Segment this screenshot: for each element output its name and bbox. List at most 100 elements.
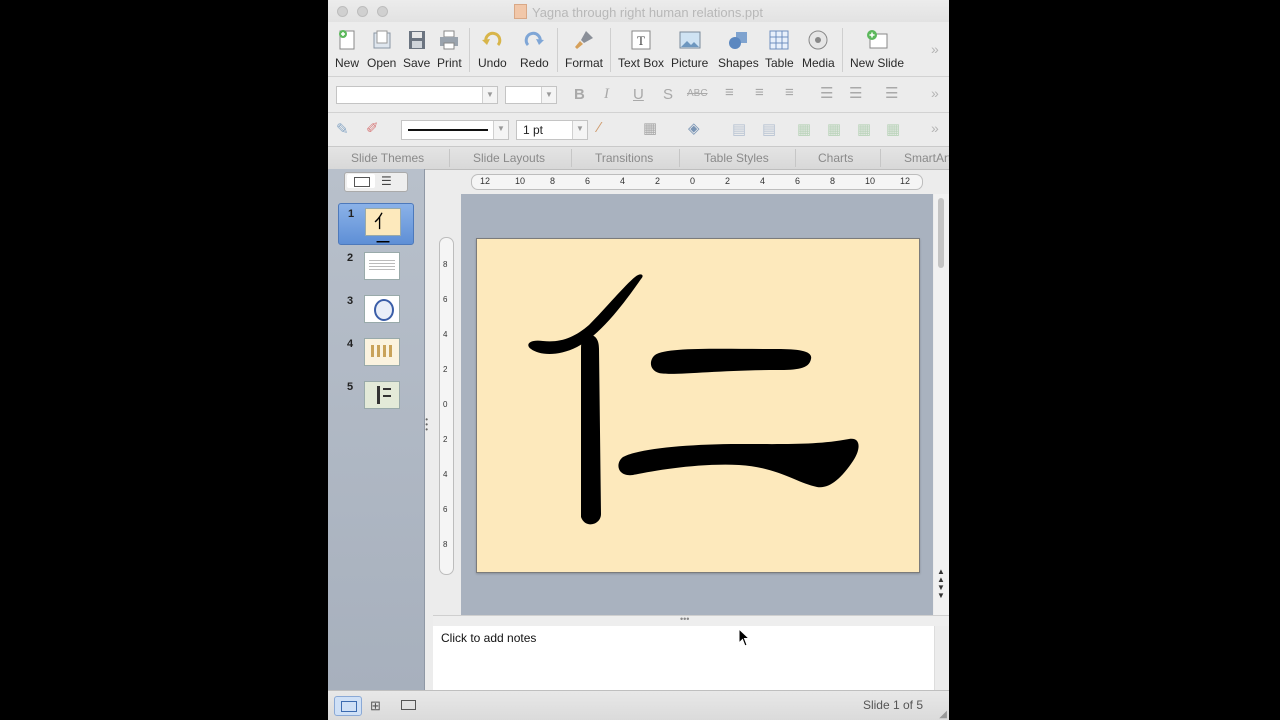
- slide-thumbnail-4[interactable]: 4: [338, 334, 412, 374]
- strikethrough-icon[interactable]: ABC: [687, 88, 708, 99]
- ruler-tick-label: 2: [443, 365, 448, 374]
- glyph-stroke-graphic: [377, 386, 380, 404]
- align-left-icon[interactable]: ≡: [725, 84, 734, 101]
- notes-splitter[interactable]: •••: [433, 614, 949, 626]
- picture-button[interactable]: Picture: [671, 28, 708, 70]
- toolbar-separator: [469, 28, 470, 72]
- normal-view-button[interactable]: [334, 696, 362, 716]
- vertical-scrollbar[interactable]: ▲ ▲ ▼ ▼: [934, 194, 949, 615]
- bullet-list-icon[interactable]: ☰: [820, 84, 833, 102]
- line-style-field[interactable]: ▼: [401, 120, 509, 140]
- prev-next-slide-arrows-icon[interactable]: ▲ ▲ ▼ ▼: [937, 568, 945, 600]
- slides-view-tab[interactable]: [347, 174, 375, 188]
- ruler-tick-label: 12: [900, 176, 911, 186]
- scrollbar-thumb[interactable]: [938, 198, 944, 268]
- slide-number: 1: [348, 208, 355, 220]
- slide-thumbnail-1[interactable]: 1 亻二: [338, 203, 414, 258]
- media-button[interactable]: Media: [802, 28, 835, 70]
- slide-1[interactable]: [476, 238, 920, 573]
- glyph-stroke-graphic: [383, 395, 391, 397]
- undo-button[interactable]: Undo: [478, 28, 507, 70]
- line-weight-field[interactable]: 1 pt ▼: [516, 120, 588, 140]
- edit-shape-icon[interactable]: ✎: [336, 120, 349, 138]
- ppt-document-icon: [513, 4, 527, 19]
- save-disk-icon: [408, 31, 425, 49]
- italic-icon[interactable]: I: [604, 86, 609, 103]
- text-lines-graphic: [369, 258, 395, 272]
- line-color-icon[interactable]: ⁄: [598, 119, 601, 136]
- media-label: Media: [802, 56, 835, 70]
- group-icon[interactable]: ▤: [762, 120, 776, 138]
- font-size-field[interactable]: ▼: [505, 86, 557, 104]
- eraser-icon[interactable]: ✐: [366, 119, 379, 137]
- chevron-down-icon[interactable]: ▼: [493, 121, 508, 139]
- tab-slide-layouts[interactable]: Slide Layouts: [473, 151, 545, 165]
- format-button[interactable]: Format: [565, 28, 603, 70]
- chevron-down-icon[interactable]: ▼: [482, 87, 497, 103]
- indent-icon[interactable]: ☰: [885, 84, 898, 102]
- ruler-tick-label: 8: [443, 260, 448, 269]
- tab-slide-themes[interactable]: Slide Themes: [351, 151, 424, 165]
- fill-color-icon[interactable]: ◈: [688, 119, 700, 137]
- tab-transitions[interactable]: Transitions: [595, 151, 653, 165]
- slide-thumbnail-2[interactable]: 2: [338, 248, 412, 288]
- align-center-icon[interactable]: ≡: [755, 84, 764, 101]
- slide-thumbnail-3[interactable]: 3: [338, 291, 412, 331]
- shapes-button[interactable]: Shapes: [718, 28, 759, 70]
- arrange-icon[interactable]: ▤: [732, 120, 746, 138]
- chevron-down-icon[interactable]: ▼: [572, 121, 587, 139]
- bold-icon[interactable]: B: [574, 86, 585, 103]
- toolbar-overflow-chevron-icon[interactable]: »: [931, 41, 939, 57]
- align-objects-icon[interactable]: ▦: [797, 120, 811, 138]
- new-slide-label: New Slide: [850, 56, 905, 70]
- drawing-overflow-chevron-icon[interactable]: »: [931, 120, 939, 136]
- slide-sorter-view-button[interactable]: ⊞: [364, 696, 392, 716]
- slide-thumbnail-5[interactable]: 5: [338, 377, 412, 417]
- ruler-tick-label: 12: [480, 176, 491, 186]
- picture-icon: [679, 31, 701, 49]
- underline-icon[interactable]: U: [633, 86, 644, 103]
- print-label: Print: [437, 56, 462, 70]
- elements-gallery-tabs: Slide Themes Slide Layouts Transitions T…: [328, 146, 949, 170]
- reorder-icon[interactable]: ▦: [886, 120, 900, 138]
- presentation-icon: [401, 700, 416, 710]
- ruler-tick-label: 10: [865, 176, 876, 186]
- ruler-tick-label: 2: [725, 176, 731, 186]
- slide-thumb-image: [364, 381, 400, 409]
- format-overflow-chevron-icon[interactable]: »: [931, 85, 939, 101]
- open-button[interactable]: Open: [367, 28, 396, 70]
- new-document-icon: [339, 30, 355, 50]
- tab-charts[interactable]: Charts: [818, 151, 853, 165]
- rotate-icon[interactable]: ▦: [857, 120, 871, 138]
- tab-smartart[interactable]: SmartArt: [904, 151, 949, 165]
- borders-icon[interactable]: ▦: [643, 119, 657, 137]
- ruler-tick-label: 0: [443, 400, 448, 409]
- table-button[interactable]: Table: [765, 28, 794, 70]
- pane-resize-handle[interactable]: • • •: [425, 416, 428, 434]
- tab-separator: [679, 149, 680, 167]
- resize-grip-icon[interactable]: ◢: [939, 709, 947, 720]
- chevron-down-icon[interactable]: ▼: [541, 87, 556, 103]
- redo-button[interactable]: Redo: [520, 28, 549, 70]
- align-right-icon[interactable]: ≡: [785, 84, 794, 101]
- standard-toolbar: New Open Save Print Undo Redo Format T T…: [328, 22, 949, 76]
- distribute-icon[interactable]: ▦: [827, 120, 841, 138]
- shadow-icon[interactable]: S: [663, 86, 673, 103]
- tab-table-styles[interactable]: Table Styles: [704, 151, 769, 165]
- numbered-list-icon[interactable]: ☰: [849, 84, 862, 102]
- print-button[interactable]: Print: [437, 28, 462, 70]
- text-box-label: Text Box: [618, 56, 665, 70]
- font-name-field[interactable]: ▼: [336, 86, 498, 104]
- grid-view-icon: ⊞: [370, 698, 381, 713]
- text-box-icon: T: [631, 30, 651, 50]
- notes-pane[interactable]: Click to add notes: [433, 626, 935, 690]
- new-slide-button[interactable]: New Slide: [850, 28, 904, 70]
- save-button[interactable]: Save: [403, 28, 430, 70]
- text-box-button[interactable]: T Text Box: [618, 28, 664, 70]
- slide-number: 5: [347, 381, 354, 393]
- outline-view-icon[interactable]: ☰: [381, 174, 392, 188]
- notes-placeholder[interactable]: Click to add notes: [441, 631, 536, 645]
- slide-show-button[interactable]: [394, 696, 422, 716]
- toolbar-separator: [557, 28, 558, 72]
- new-button[interactable]: New: [335, 28, 359, 70]
